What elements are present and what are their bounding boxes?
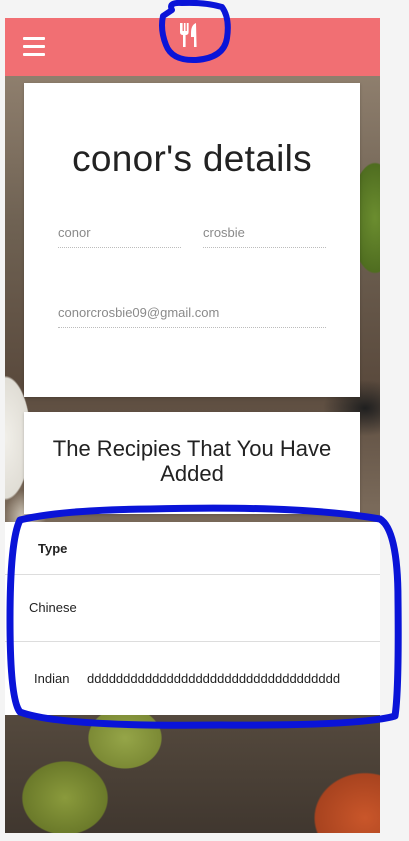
recipe-type-cell: Chinese	[29, 600, 77, 615]
recipes-card: The Recipies That You Have Added	[24, 412, 360, 514]
details-title: conor's details	[72, 138, 312, 179]
table-row[interactable]: Chinese	[5, 575, 380, 642]
fork-and-knife-icon[interactable]	[177, 21, 201, 49]
last-name-field[interactable]: crosbie	[203, 225, 326, 248]
email-field[interactable]: conorcrosbie09@gmail.com	[58, 305, 326, 328]
recipe-table: Type Chinese Indian dddddddddddddddddddd…	[5, 522, 380, 715]
user-details-card: conor's details conor crosbie conorcrosb…	[24, 83, 360, 397]
table-header: Type	[5, 522, 380, 575]
recipe-type-cell: Indian	[34, 671, 70, 686]
recipe-description-cell: ddddddddddddddddddddddddddddddddddd	[87, 671, 341, 686]
first-name-field[interactable]: conor	[58, 225, 181, 248]
app-frame: conor's details conor crosbie conorcrosb…	[5, 18, 380, 833]
table-row[interactable]: Indian ddddddddddddddddddddddddddddddddd…	[5, 642, 380, 714]
hamburger-menu-icon[interactable]	[23, 37, 45, 57]
top-navbar	[5, 18, 380, 76]
recipes-title: The Recipies That You Have Added	[52, 436, 332, 486]
column-header-type: Type	[38, 541, 68, 556]
